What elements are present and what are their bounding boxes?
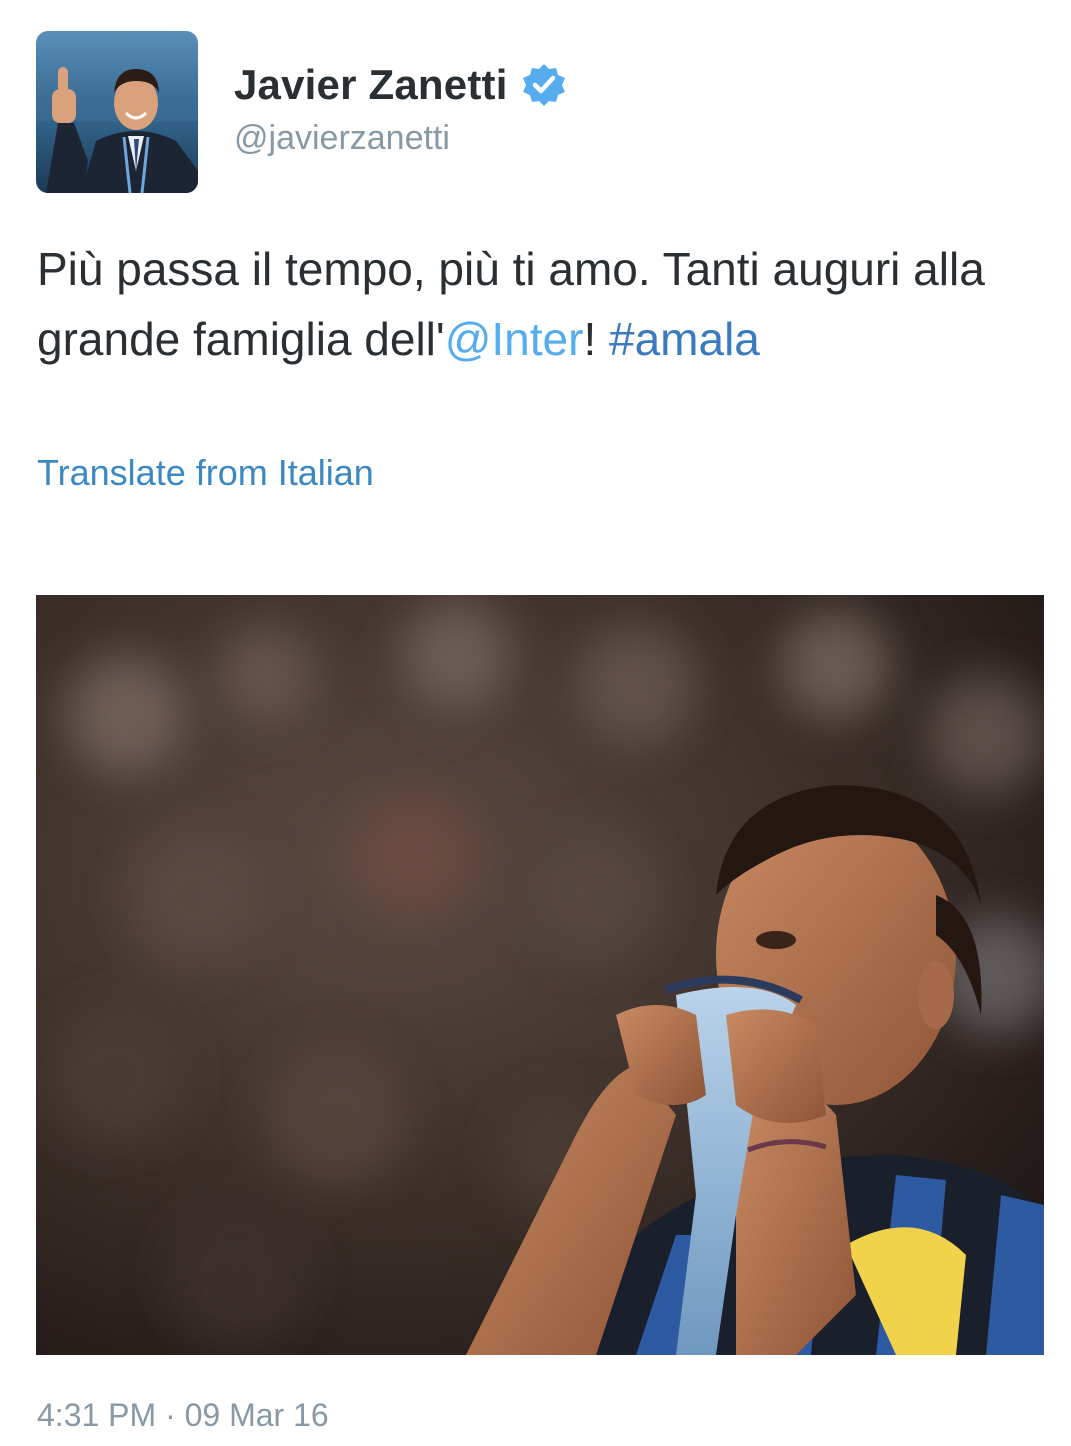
- user-handle[interactable]: @javierzanetti: [234, 114, 568, 162]
- tweet-media-image[interactable]: [36, 595, 1044, 1355]
- author-block: Javier Zanetti @javierzanetti: [234, 58, 568, 162]
- name-row: Javier Zanetti: [234, 58, 568, 112]
- tweet-text: Più passa il tempo, più ti amo. Tanti au…: [37, 234, 1037, 374]
- tweet-timestamp: 4:31 PM · 09 Mar 16: [37, 1397, 329, 1433]
- tweet-text-punct: !: [583, 313, 610, 365]
- display-name[interactable]: Javier Zanetti: [234, 58, 508, 112]
- photo-player-kissing-shirt: [36, 595, 1044, 1355]
- mention-link[interactable]: @Inter: [445, 313, 584, 365]
- hashtag-link[interactable]: #amala: [609, 313, 760, 365]
- profile-photo: [36, 31, 198, 193]
- verified-badge-icon: [520, 61, 568, 109]
- translate-link[interactable]: Translate from Italian: [37, 448, 374, 498]
- author-avatar[interactable]: [36, 31, 198, 193]
